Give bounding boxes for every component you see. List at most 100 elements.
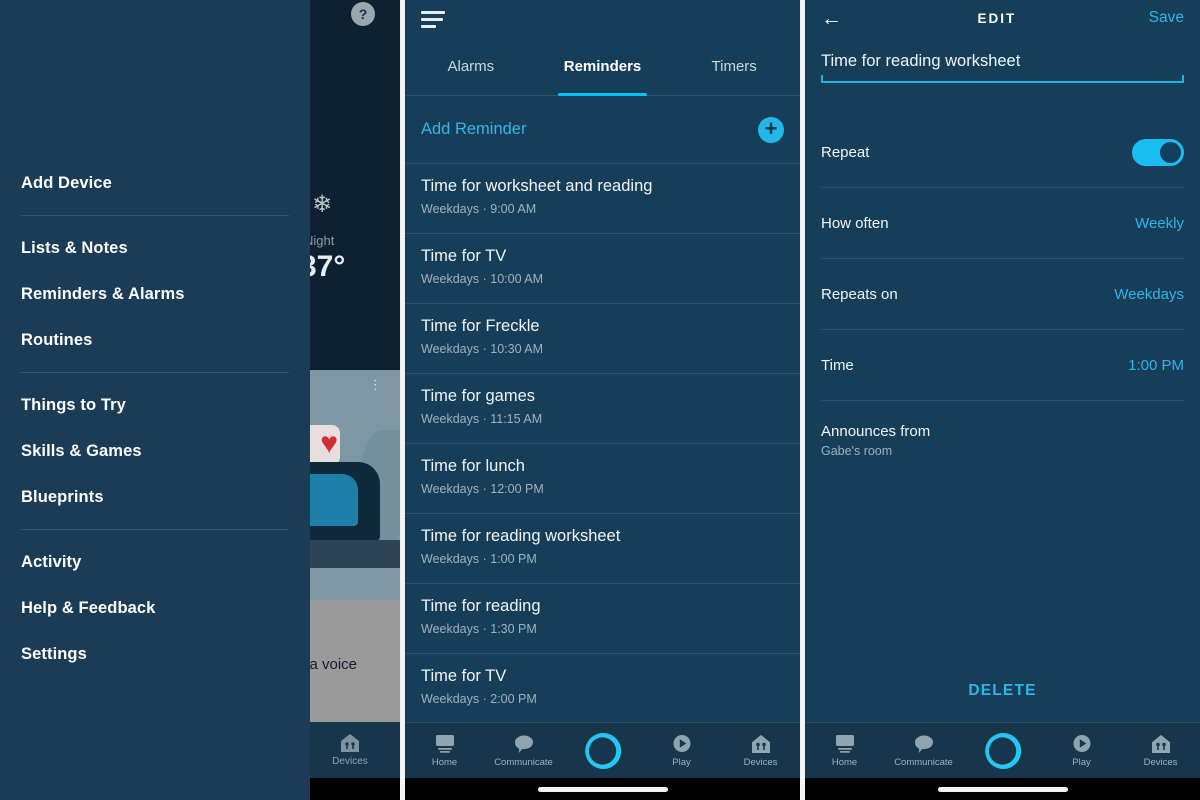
plus-icon[interactable]: +: [758, 116, 784, 143]
drawer-item-lists-notes[interactable]: Lists & Notes: [0, 225, 310, 271]
edit-topbar: ← EDIT Save: [805, 0, 1200, 36]
drawer-item-activity[interactable]: Activity: [0, 539, 310, 585]
back-arrow-icon[interactable]: ←: [821, 8, 845, 29]
drawer-label: Settings: [21, 644, 87, 663]
devices-house-icon: [1151, 734, 1170, 753]
nav-item-home[interactable]: Home: [805, 734, 884, 768]
reminders-tabs: Alarms Reminders Timers: [405, 38, 800, 96]
reminder-title: Time for reading worksheet: [421, 527, 621, 545]
drawer-item-things-to-try[interactable]: Things to Try: [0, 382, 310, 428]
reminder-title: Time for worksheet and reading: [421, 177, 653, 195]
devices-house-icon: [751, 734, 770, 753]
bottom-nav: Home Communicate Play Devices: [805, 722, 1200, 778]
row-label: How often: [821, 214, 889, 232]
drawer-item-routines[interactable]: Routines: [0, 317, 310, 363]
drawer-separator: [21, 529, 289, 530]
nav-label-devices: Devices: [1143, 756, 1178, 768]
row-value: 1:00 PM: [1128, 356, 1184, 374]
tv-home-icon: [435, 734, 454, 753]
kebab-menu-icon[interactable]: ⋮: [369, 378, 382, 391]
list-item[interactable]: Time for Freckle Weekdays · 10:30 AM: [405, 304, 800, 374]
tv-home-icon: [835, 734, 854, 753]
promo-card[interactable]: ⋮: [300, 370, 400, 600]
drawer-item-help-feedback[interactable]: Help & Feedback: [0, 585, 310, 631]
row-repeat[interactable]: Repeat: [821, 117, 1184, 188]
save-button[interactable]: Save: [1149, 9, 1184, 27]
drawer-item-blueprints[interactable]: Blueprints: [0, 474, 310, 520]
promo-card-caption: xa voice: [300, 600, 400, 730]
repeat-toggle[interactable]: [1132, 138, 1184, 166]
panel-reminders-list: Alarms Reminders Timers Add Reminder + T…: [405, 0, 800, 800]
list-item[interactable]: Time for games Weekdays · 11:15 AM: [405, 374, 800, 444]
row-label: Repeats on: [821, 285, 898, 303]
list-item[interactable]: Time for TV Weekdays · 10:00 AM: [405, 234, 800, 304]
home-indicator-bar: [405, 778, 800, 800]
row-value: Gabe's room: [821, 444, 893, 458]
nav-label-devices: Devices: [743, 756, 778, 768]
tab-alarms[interactable]: Alarms: [405, 38, 537, 95]
drawer-label: Blueprints: [21, 487, 104, 506]
drawer-item-reminders-alarms[interactable]: Reminders & Alarms: [0, 271, 310, 317]
drawer-item-skills-games[interactable]: Skills & Games: [0, 428, 310, 474]
add-reminder-row[interactable]: Add Reminder +: [405, 96, 800, 164]
drawer-label: Activity: [21, 552, 82, 571]
reminder-title: Time for Freckle: [421, 317, 540, 335]
help-icon[interactable]: ?: [351, 2, 375, 26]
drawer-label: Reminders & Alarms: [21, 284, 185, 303]
reminder-name-value: Time for reading worksheet: [821, 52, 1021, 70]
page-title: EDIT: [977, 10, 1017, 26]
weather-period: Night: [304, 233, 335, 248]
nav-item-devices[interactable]: Devices: [721, 734, 800, 768]
add-reminder-label: Add Reminder: [421, 120, 527, 138]
nav-item-alexa[interactable]: [963, 730, 1042, 772]
row-value: Weekly: [1135, 214, 1184, 232]
reminder-name-input[interactable]: Time for reading worksheet: [821, 52, 1184, 83]
reminder-schedule: Weekdays · 1:00 PM: [421, 552, 537, 566]
nav-item-communicate[interactable]: Communicate: [484, 734, 563, 768]
bottom-nav: Home Communicate Play Devices: [405, 722, 800, 778]
tab-reminders[interactable]: Reminders: [537, 38, 669, 96]
drawer-label: Add Device: [21, 173, 112, 192]
drawer-item-add-device[interactable]: Add Device: [0, 160, 310, 206]
row-time[interactable]: Time 1:00 PM: [821, 330, 1184, 401]
home-bottom-nav: Devices: [300, 722, 400, 778]
list-item[interactable]: Time for worksheet and reading Weekdays …: [405, 164, 800, 234]
weather-widget[interactable]: ❄ Night 37°: [300, 190, 400, 284]
drawer-label: Skills & Games: [21, 441, 142, 460]
nav-item-play[interactable]: Play: [642, 734, 721, 768]
nav-item-alexa[interactable]: [563, 730, 642, 772]
row-announces-from[interactable]: Announces from Gabe's room: [821, 401, 1184, 472]
panel-home-with-drawer: ? ❄ Night 37° ⋮ xa voice: [0, 0, 400, 800]
nav-item-home[interactable]: Home: [405, 734, 484, 768]
drawer-label: Things to Try: [21, 395, 126, 414]
nav-item-play[interactable]: Play: [1042, 734, 1121, 768]
row-value: Weekdays: [1114, 285, 1184, 303]
echo-device-illustration: [300, 462, 380, 542]
delete-button[interactable]: DELETE: [805, 682, 1200, 700]
reminder-title: Time for TV: [421, 667, 507, 685]
list-item[interactable]: Time for reading worksheet Weekdays · 1:…: [405, 514, 800, 584]
drawer-item-settings[interactable]: Settings: [0, 631, 310, 677]
list-item[interactable]: Time for TV Weekdays · 2:00 PM: [405, 654, 800, 724]
nav-label-play: Play: [672, 756, 691, 768]
row-repeats-on[interactable]: Repeats on Weekdays: [821, 259, 1184, 330]
panel-edit-reminder: ← EDIT Save Time for reading worksheet R…: [805, 0, 1200, 800]
hamburger-icon[interactable]: [421, 10, 445, 28]
list-item[interactable]: Time for lunch Weekdays · 12:00 PM: [405, 444, 800, 514]
nav-item-devices[interactable]: Devices: [1121, 734, 1200, 768]
nav-label-communicate: Communicate: [894, 756, 953, 768]
nav-label-devices: Devices: [332, 756, 368, 767]
reminder-schedule: Weekdays · 2:00 PM: [421, 692, 537, 706]
reminders-list: Time for worksheet and reading Weekdays …: [405, 164, 800, 724]
drawer-label: Help & Feedback: [21, 598, 156, 617]
nav-item-devices[interactable]: Devices: [332, 733, 368, 767]
list-item[interactable]: Time for reading Weekdays · 1:30 PM: [405, 584, 800, 654]
row-how-often[interactable]: How often Weekly: [821, 188, 1184, 259]
nav-label-communicate: Communicate: [494, 756, 553, 768]
tab-timers[interactable]: Timers: [668, 38, 800, 95]
reminder-schedule: Weekdays · 1:30 PM: [421, 622, 537, 636]
row-label: Time: [821, 356, 854, 374]
alexa-ring-icon: [584, 732, 621, 769]
three-panel-screenshot: ? ❄ Night 37° ⋮ xa voice: [0, 0, 1200, 800]
nav-item-communicate[interactable]: Communicate: [884, 734, 963, 768]
